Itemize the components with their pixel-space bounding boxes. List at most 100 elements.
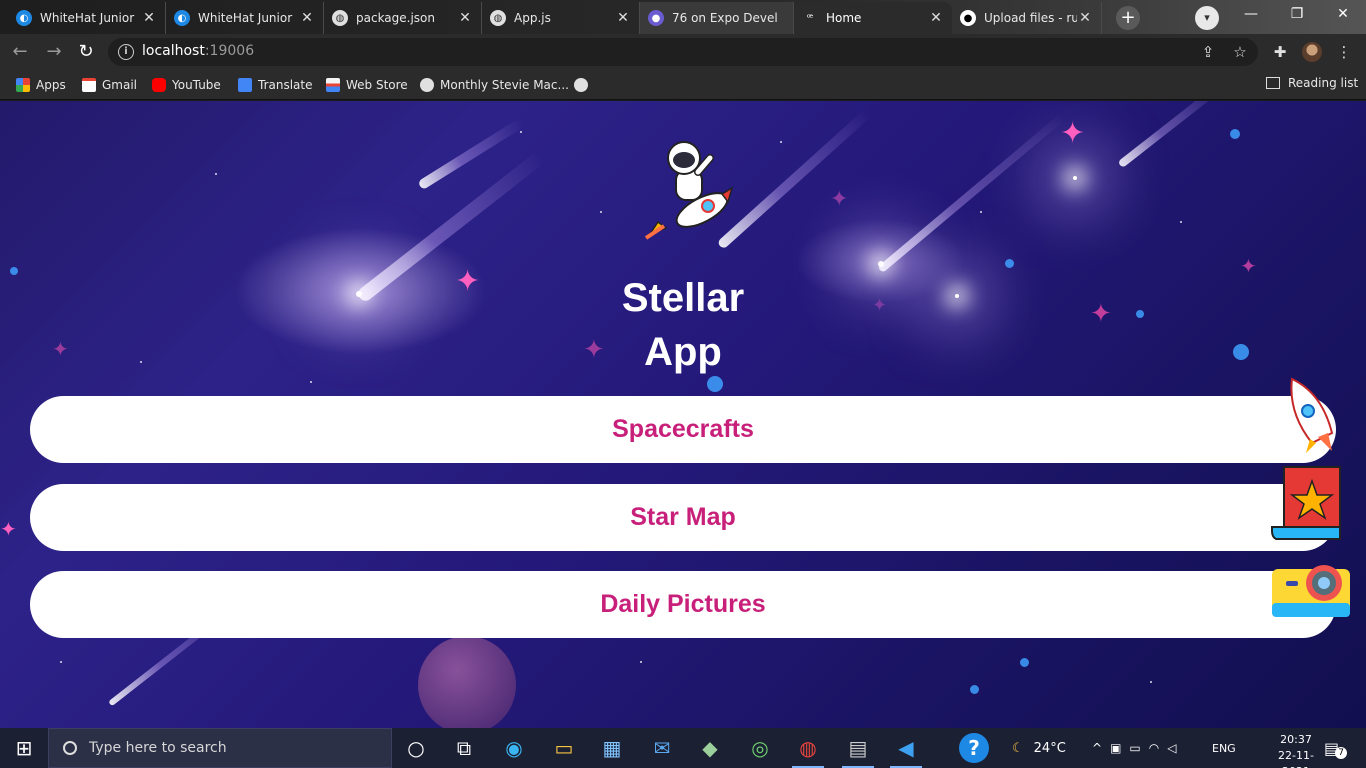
edge-icon[interactable]: ◉ xyxy=(494,732,534,764)
profile-avatar[interactable] xyxy=(1302,42,1322,62)
close-icon[interactable]: ✕ xyxy=(299,10,315,26)
tab-app-js[interactable]: ◍ App.js ✕ xyxy=(482,2,640,34)
terminal-icon[interactable]: ▤ xyxy=(838,732,878,768)
whitehat-icon: ◐ xyxy=(16,10,32,26)
tab-label: WhiteHat Junior xyxy=(40,11,135,25)
bookmark-label: Translate xyxy=(258,78,313,92)
notification-center[interactable]: ▤ 7 xyxy=(1324,728,1348,768)
task-view-icon[interactable]: ⧉ xyxy=(444,732,484,764)
bookmark-youtube[interactable]: YouTube xyxy=(152,76,221,94)
star-dot xyxy=(215,173,217,175)
close-icon[interactable]: ✕ xyxy=(457,10,473,26)
cortana-icon[interactable]: ○ xyxy=(396,732,436,764)
close-icon[interactable]: ✕ xyxy=(928,10,944,26)
clock[interactable]: 20:37 22-11-2021 xyxy=(1268,732,1324,768)
star-dot xyxy=(980,211,982,213)
tab-search-button[interactable]: ▾ xyxy=(1195,6,1219,30)
star-dot xyxy=(1150,681,1152,683)
microsoft-store-icon[interactable]: ▦ xyxy=(592,732,632,764)
star-map-button[interactable]: Star Map xyxy=(30,484,1336,551)
bookmark-label: Web Store xyxy=(346,78,408,92)
back-button[interactable]: ← xyxy=(8,40,32,64)
close-icon[interactable]: ✕ xyxy=(615,10,631,26)
youtube-icon xyxy=(152,78,166,92)
star-map-icon[interactable] xyxy=(1270,465,1350,541)
chrome-icon[interactable]: ◍ xyxy=(788,732,828,768)
tab-package-json[interactable]: ◍ package.json ✕ xyxy=(324,2,482,34)
tab-expo-devel[interactable]: ● 76 on Expo Devel xyxy=(640,2,794,34)
bookmarks-bar: Apps Gmail YouTube Translate Web Store M… xyxy=(0,70,1366,100)
clock-time: 20:37 xyxy=(1280,733,1312,746)
bookmark-star-icon[interactable]: ☆ xyxy=(1230,42,1250,62)
close-window-button[interactable]: ✕ xyxy=(1320,0,1366,30)
taskbar-search-placeholder: Type here to search xyxy=(89,740,227,756)
rocket-icon[interactable] xyxy=(1282,373,1342,453)
tray-device-icon[interactable]: ▣ xyxy=(1110,741,1129,755)
tripadvisor-icon[interactable]: ◎ xyxy=(740,732,780,764)
close-icon[interactable]: ✕ xyxy=(1077,10,1093,26)
sparkle-icon: ✦ xyxy=(455,264,481,299)
new-tab-button[interactable]: + xyxy=(1116,6,1140,30)
bookmark-label: Gmail xyxy=(102,78,138,92)
sparkle-icon: ✦ xyxy=(1090,299,1112,329)
gmail-icon xyxy=(82,78,96,92)
globe-icon xyxy=(420,78,434,92)
reading-list-icon xyxy=(1266,77,1280,89)
volume-icon[interactable]: ◁ xyxy=(1167,741,1184,755)
tab-label: App.js xyxy=(514,11,551,25)
language-indicator[interactable]: ENG xyxy=(1212,728,1236,768)
windows-start-icon[interactable]: ⊞ xyxy=(4,732,44,764)
star-dot xyxy=(640,661,642,663)
sparkle-icon: ✦ xyxy=(830,187,849,212)
planet-dot xyxy=(1020,658,1029,667)
star-flare xyxy=(356,291,362,297)
planet-dot xyxy=(1233,344,1249,360)
file-explorer-icon[interactable]: ▭ xyxy=(544,732,584,764)
vscode-icon[interactable]: ◀ xyxy=(886,732,926,768)
title-line-1: Stellar xyxy=(621,276,745,320)
close-icon[interactable]: ✕ xyxy=(141,10,157,26)
forward-button[interactable]: → xyxy=(42,40,66,64)
weather-widget[interactable]: ☾ 24°C xyxy=(1012,728,1066,768)
planet-image xyxy=(418,636,516,728)
tab-label: Home xyxy=(826,11,862,25)
reload-button[interactable]: ↻ xyxy=(74,40,98,64)
minimize-button[interactable]: — xyxy=(1228,0,1274,30)
restore-button[interactable]: ❐ xyxy=(1274,0,1320,30)
share-icon[interactable]: ⇪ xyxy=(1198,42,1218,62)
taskbar-search-box[interactable]: Type here to search xyxy=(48,728,392,768)
battery-icon[interactable]: ▭ xyxy=(1129,741,1148,755)
mail-icon[interactable]: ✉ xyxy=(642,732,682,764)
camera-icon[interactable] xyxy=(1270,563,1352,621)
meteor-streak xyxy=(716,108,872,250)
site-info-icon[interactable]: i xyxy=(118,44,134,60)
wifi-icon[interactable]: ◠ xyxy=(1149,741,1167,755)
bookmark-translate[interactable]: Translate xyxy=(238,76,313,94)
bookmark-gmail[interactable]: Gmail xyxy=(82,76,137,94)
chevron-up-icon[interactable]: ^ xyxy=(1092,741,1110,755)
planet-dot xyxy=(1136,310,1144,318)
evernote-icon[interactable]: ◆ xyxy=(690,732,730,764)
bookmark-monthly-stevie[interactable]: Monthly Stevie Mac... xyxy=(420,76,569,94)
spacecrafts-button[interactable]: Spacecrafts xyxy=(30,396,1336,463)
daily-pictures-button[interactable]: Daily Pictures xyxy=(30,571,1336,638)
url-text: localhost:19006 xyxy=(142,43,254,59)
clock-date: 22-11-2021 xyxy=(1278,749,1314,768)
tab-github-upload[interactable]: ● Upload files - rud ✕ xyxy=(952,2,1102,34)
bookmark-label: YouTube xyxy=(172,78,221,92)
tab-whitehat-2[interactable]: ◐ WhiteHat Junior ✕ xyxy=(166,2,324,34)
bookmark-webstore[interactable]: Web Store xyxy=(326,76,408,94)
reading-list-button[interactable]: Reading list xyxy=(1266,76,1358,90)
tab-home[interactable]: ꟹ Home ✕ xyxy=(794,2,952,34)
reading-list-label: Reading list xyxy=(1288,76,1359,90)
bookmark-globe[interactable] xyxy=(574,76,594,94)
menu-kebab-icon[interactable]: ⋮ xyxy=(1334,42,1354,62)
star-flare xyxy=(1073,176,1077,180)
bookmark-apps[interactable]: Apps xyxy=(16,76,66,94)
extensions-icon[interactable]: ✚ xyxy=(1270,42,1290,62)
webstore-icon xyxy=(326,78,340,92)
system-tray-icons[interactable]: ^ ▣ ▭ ◠ ◁ xyxy=(1092,728,1184,768)
tab-whitehat-1[interactable]: ◐ WhiteHat Junior ✕ xyxy=(8,2,166,34)
address-bar[interactable]: i localhost:19006 xyxy=(108,38,1258,66)
help-icon[interactable]: ? xyxy=(954,732,994,764)
